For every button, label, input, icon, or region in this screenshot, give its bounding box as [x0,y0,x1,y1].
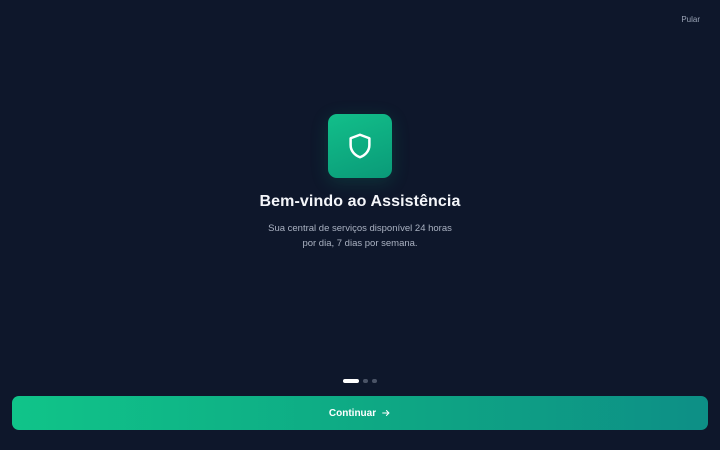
continue-label: Continuar [328,407,377,419]
subtitle-line-2: por dia, 7 dias por semana. [302,238,418,249]
onboarding-screen: Pular Bem-vindo ao Assistência Sua centr… [0,0,720,450]
pagination-dot-3[interactable] [372,379,377,383]
arrow-right-icon [382,410,390,416]
welcome-title: Bem-vindo ao Assistência [259,193,461,210]
continue-button[interactable]: Continuar [12,396,708,430]
pagination-dots [0,379,720,383]
pagination-dot-2[interactable] [363,379,368,383]
welcome-subtitle: Sua central de serviços disponível 24 ho… [260,221,460,251]
subtitle-line-1: Sua central de serviços disponível 24 ho… [268,223,452,234]
skip-button[interactable]: Pular [681,15,700,24]
app-logo [328,114,392,178]
shield-icon [349,133,371,159]
pagination-dot-1[interactable] [343,379,359,383]
